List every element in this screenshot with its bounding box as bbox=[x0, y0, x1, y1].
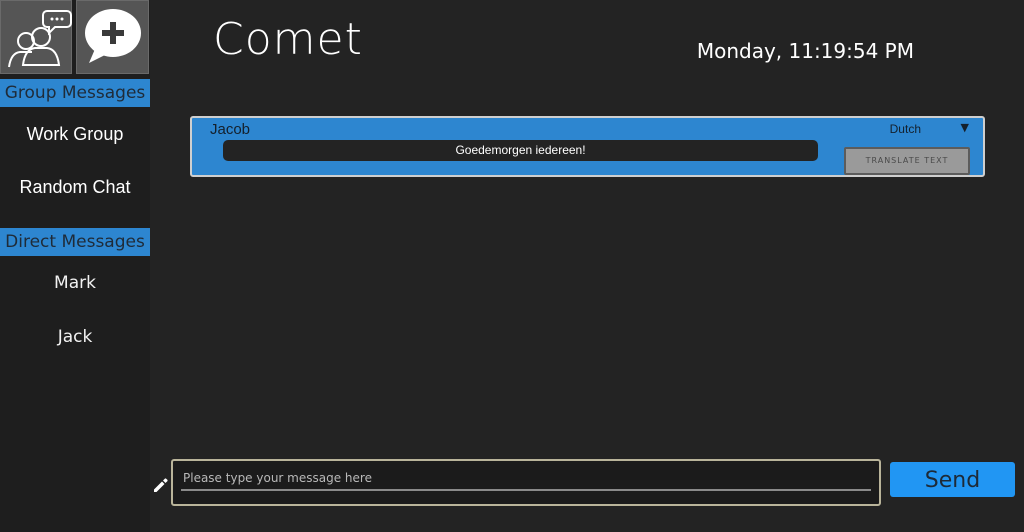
message-text: Goedemorgen iedereen! bbox=[223, 140, 818, 161]
direct-messages-header: Direct Messages bbox=[0, 228, 150, 256]
send-button[interactable]: Send bbox=[890, 462, 1015, 497]
new-message-icon bbox=[85, 9, 141, 63]
app-title: Comet bbox=[213, 14, 363, 65]
sidebar-item-jack[interactable]: Jack bbox=[0, 327, 150, 347]
message-card: Jacob Dutch ▼ Goedemorgen iedereen! TRAN… bbox=[190, 116, 985, 177]
group-messages-header: Group Messages bbox=[0, 79, 150, 107]
message-composer bbox=[171, 459, 881, 506]
datetime-display: Monday, 11:19:54 PM bbox=[696, 39, 914, 63]
sidebar-item-work-group[interactable]: Work Group bbox=[0, 124, 150, 145]
sidebar-item-mark[interactable]: Mark bbox=[0, 273, 150, 293]
language-select[interactable]: Dutch bbox=[890, 122, 921, 136]
sidebar-item-random-chat[interactable]: Random Chat bbox=[0, 177, 150, 198]
message-sender: Jacob bbox=[210, 121, 251, 138]
message-input[interactable] bbox=[181, 467, 871, 491]
group-chat-button[interactable] bbox=[0, 0, 72, 74]
group-chat-icon bbox=[8, 10, 72, 68]
translate-text-button[interactable]: TRANSLATE TEXT bbox=[844, 147, 970, 175]
dropdown-arrow-icon[interactable]: ▼ bbox=[961, 121, 969, 134]
pencil-icon bbox=[154, 478, 168, 492]
sidebar: Group Messages Work Group Random Chat Di… bbox=[0, 0, 150, 532]
new-message-button[interactable] bbox=[76, 0, 149, 74]
